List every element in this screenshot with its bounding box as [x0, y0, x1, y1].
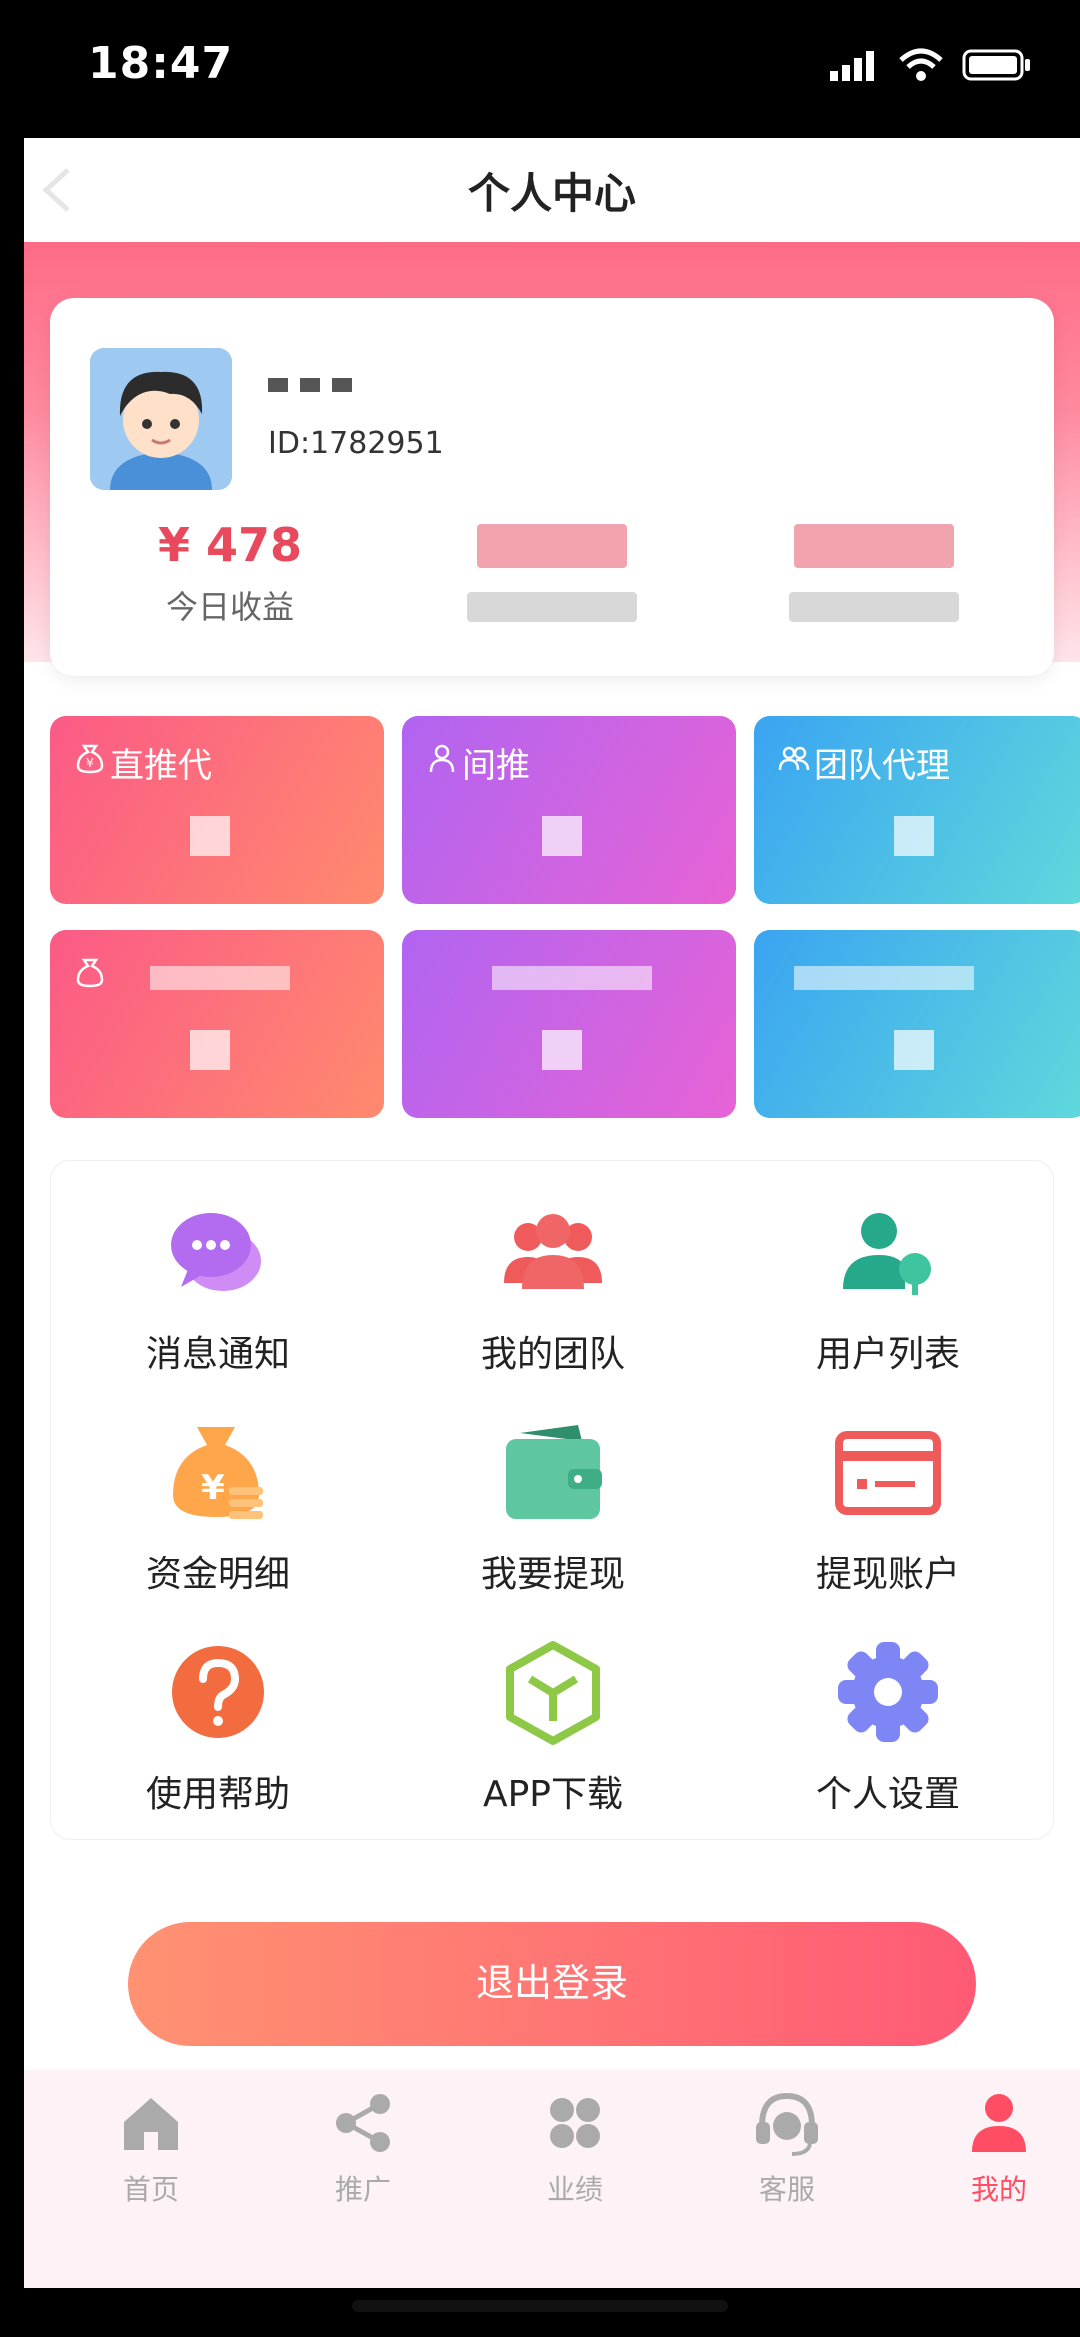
tab-home[interactable]: 首页	[76, 2088, 226, 2208]
stat-redacted-3	[724, 518, 1024, 626]
avatar[interactable]	[90, 348, 232, 490]
menu-item-messages[interactable]: 消息通知	[51, 1181, 385, 1401]
tile-title-redacted	[150, 966, 290, 990]
stat-value-redacted	[724, 518, 1024, 572]
menu-label: APP下载	[482, 1774, 624, 1815]
stat-label: 今日收益	[165, 588, 294, 626]
tile-title: 直推代	[110, 746, 212, 786]
tab-label: 首页	[122, 2173, 179, 2206]
status-icons	[828, 48, 1032, 82]
stat-redacted-2	[402, 518, 702, 626]
app-screen: 个人中心 ID:1782951 ¥ 478 今日收益 ¥ 直推代 间推 团队代理…	[24, 138, 1080, 2288]
help-icon	[172, 1646, 264, 1738]
menu-label: 使用帮助	[145, 1774, 290, 1815]
box-icon	[506, 1641, 600, 1745]
menu-label: 提现账户	[815, 1554, 960, 1595]
card-icon	[835, 1431, 941, 1515]
menu-label: 个人设置	[815, 1774, 960, 1815]
profile-icon	[972, 2094, 1026, 2152]
tab-label: 客服	[758, 2173, 815, 2206]
stat-label-redacted	[402, 592, 702, 626]
team-icon	[504, 1214, 602, 1289]
tile-value-redacted	[894, 816, 934, 856]
tile-redacted-6[interactable]	[754, 930, 1080, 1118]
user-name-redacted	[268, 378, 352, 392]
status-time: 18:47	[88, 38, 234, 89]
menu-item-app-download[interactable]: APP下载	[386, 1621, 720, 1841]
svg-text:¥: ¥	[201, 1468, 225, 1508]
menu-item-help[interactable]: 使用帮助	[51, 1621, 385, 1841]
menu-label: 我要提现	[480, 1554, 625, 1595]
tile-team-agent[interactable]: 团队代理	[754, 716, 1080, 904]
stat-today-income: ¥ 478 今日收益	[80, 518, 380, 628]
avatar-image	[90, 348, 232, 490]
tile-redacted-5[interactable]	[402, 930, 736, 1118]
tile-title-redacted	[794, 966, 974, 990]
tab-label: 推广	[334, 2173, 391, 2206]
tile-value-redacted	[542, 1030, 582, 1070]
menu-item-user-list[interactable]: 用户列表	[721, 1181, 1055, 1401]
user-list-icon	[843, 1213, 931, 1295]
tile-value-redacted	[542, 816, 582, 856]
menu-item-my-team[interactable]: 我的团队	[386, 1181, 720, 1401]
tile-value-redacted	[190, 1030, 230, 1070]
money-bag-icon: ¥	[173, 1427, 263, 1519]
gear-icon	[838, 1642, 938, 1742]
tab-bar: 首页 推广 业绩 客服 我的	[24, 2070, 1080, 2288]
wallet-icon	[506, 1425, 602, 1519]
home-indicator[interactable]	[352, 2300, 728, 2312]
user-id: ID:1782951	[268, 426, 444, 461]
home-icon	[124, 2098, 178, 2150]
tab-customer-service[interactable]: 客服	[712, 2088, 862, 2208]
tile-title: 间推	[462, 746, 530, 786]
team-icon	[778, 746, 810, 771]
nav-bar: 个人中心	[24, 138, 1080, 242]
chat-bubble-icon	[171, 1213, 261, 1291]
tile-title-redacted	[492, 966, 652, 990]
menu-label: 用户列表	[815, 1334, 960, 1375]
tab-label: 业绩	[546, 2173, 603, 2206]
stat-label-redacted	[724, 592, 1024, 626]
menu-grid: 消息通知 我的团队 用户列表 ¥ 资金明细 我要提现 提现账户 使用帮助 APP…	[50, 1160, 1054, 1840]
tile-value-redacted	[190, 816, 230, 856]
wifi-icon	[899, 48, 943, 81]
status-bar: 18:47	[0, 0, 1080, 138]
grid-icon	[550, 2098, 600, 2148]
menu-item-withdraw[interactable]: 我要提现	[386, 1401, 720, 1621]
page-title: 个人中心	[467, 169, 636, 218]
menu-label: 资金明细	[145, 1554, 290, 1595]
battery-icon	[962, 49, 1030, 81]
headset-icon	[756, 2092, 818, 2156]
signal-icon	[830, 51, 874, 81]
menu-item-settings[interactable]: 个人设置	[721, 1621, 1055, 1841]
tile-direct-agent[interactable]: ¥ 直推代	[50, 716, 384, 904]
user-icon	[429, 744, 455, 773]
share-icon	[336, 2094, 390, 2152]
svg-text:¥: ¥	[86, 756, 94, 770]
tile-value-redacted	[894, 1030, 934, 1070]
menu-label: 我的团队	[480, 1334, 625, 1375]
tab-performance[interactable]: 业绩	[500, 2088, 650, 2208]
tile-indirect-agent[interactable]: 间推	[402, 716, 736, 904]
tab-promote[interactable]: 推广	[288, 2088, 438, 2208]
menu-item-withdraw-account[interactable]: 提现账户	[721, 1401, 1055, 1621]
stat-value-redacted	[402, 518, 702, 572]
tile-redacted-4[interactable]	[50, 930, 384, 1118]
profile-card: ID:1782951 ¥ 478 今日收益	[50, 298, 1054, 676]
tab-label: 我的	[970, 2173, 1027, 2206]
money-bag-icon: ¥	[76, 744, 104, 774]
stat-value: ¥ 478	[157, 518, 303, 572]
logout-button[interactable]: 退出登录	[128, 1922, 976, 2046]
money-bag-icon	[76, 958, 104, 988]
tile-title: 团队代理	[814, 746, 950, 786]
menu-label: 消息通知	[145, 1334, 290, 1375]
menu-item-fund-details[interactable]: ¥ 资金明细	[51, 1401, 385, 1621]
tab-mine[interactable]: 我的	[924, 2088, 1074, 2208]
